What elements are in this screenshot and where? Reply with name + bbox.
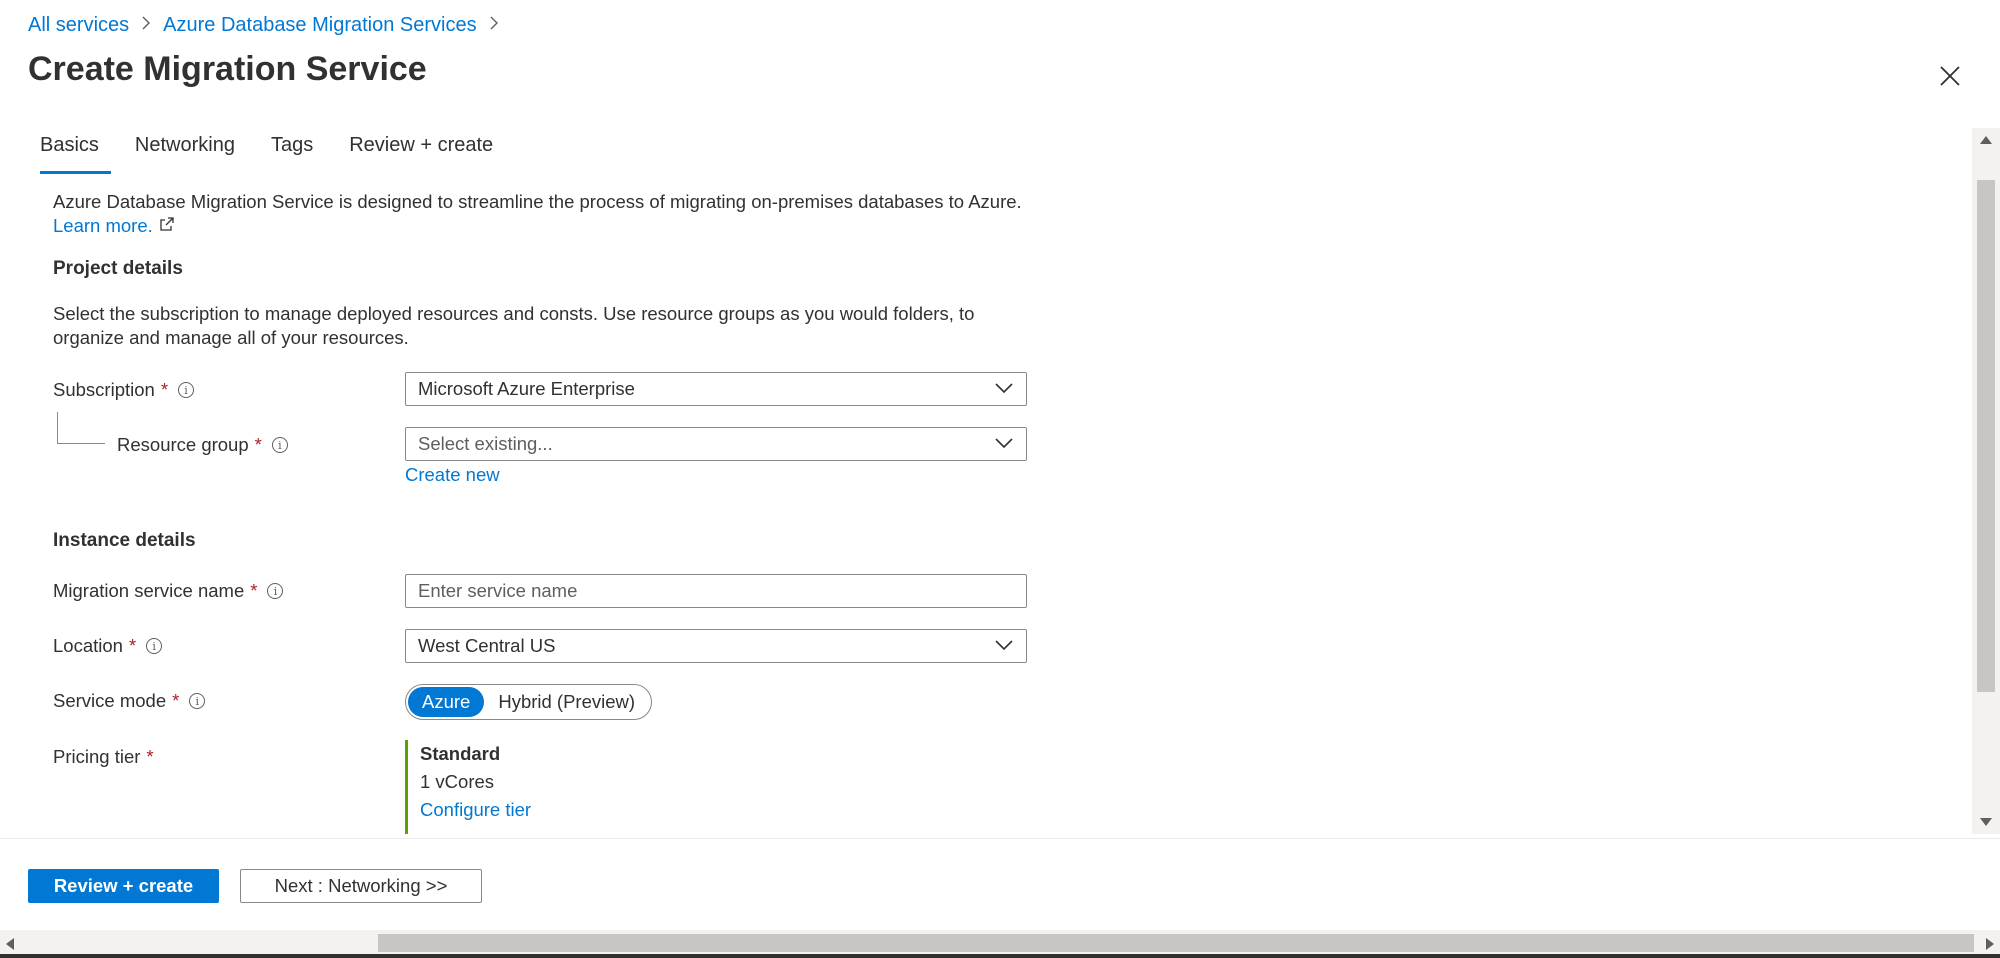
- create-new-link[interactable]: Create new: [405, 464, 500, 486]
- tab-tags[interactable]: Tags: [271, 130, 313, 170]
- service-name-input[interactable]: Enter service name: [405, 574, 1027, 608]
- pricing-tier-cores: 1 vCores: [420, 771, 495, 792]
- subscription-label: Subscription * i: [53, 379, 195, 401]
- service-name-label: Migration service name * i: [53, 580, 284, 602]
- service-mode-label: Service mode * i: [53, 690, 206, 712]
- horizontal-scroll-thumb[interactable]: [378, 934, 1974, 952]
- location-dropdown[interactable]: West Central US: [405, 629, 1027, 663]
- pricing-tier-label: Pricing tier *: [53, 746, 164, 768]
- form-content: Azure Database Migration Service is desi…: [0, 172, 1972, 834]
- learn-more-link[interactable]: Learn more.: [53, 215, 153, 236]
- location-value: West Central US: [418, 635, 556, 656]
- pricing-tier-label-text: Pricing tier: [53, 746, 141, 767]
- chevron-down-icon: [995, 438, 1013, 449]
- service-mode-azure[interactable]: Azure: [408, 687, 485, 717]
- tree-connector: [57, 412, 105, 444]
- external-link-icon: [159, 214, 175, 238]
- required-marker: *: [146, 746, 154, 767]
- configure-tier-link[interactable]: Configure tier: [420, 796, 531, 824]
- tab-basics[interactable]: Basics: [28, 130, 111, 174]
- taskbar-edge: [0, 954, 2000, 958]
- breadcrumb: All services Azure Database Migration Se…: [28, 14, 511, 37]
- breadcrumb-all-services[interactable]: All services: [28, 14, 129, 37]
- location-label-text: Location: [53, 635, 123, 656]
- chevron-right-icon: [141, 15, 151, 36]
- service-mode-label-text: Service mode: [53, 690, 167, 711]
- chevron-right-icon: [489, 15, 499, 36]
- location-label: Location * i: [53, 635, 163, 657]
- chevron-down-icon: [995, 383, 1013, 394]
- intro: Azure Database Migration Service is desi…: [53, 190, 1053, 238]
- info-icon[interactable]: i: [178, 382, 195, 398]
- tab-review-create[interactable]: Review + create: [349, 130, 493, 170]
- resource-group-label-text: Resource group: [117, 434, 249, 455]
- scroll-down-arrow-icon[interactable]: [1980, 818, 1992, 826]
- subscription-label-text: Subscription: [53, 379, 155, 400]
- required-marker: *: [128, 635, 137, 656]
- next-networking-button[interactable]: Next : Networking >>: [240, 869, 482, 903]
- info-icon[interactable]: i: [271, 437, 288, 453]
- chevron-down-icon: [995, 640, 1013, 651]
- tab-networking[interactable]: Networking: [135, 130, 235, 170]
- required-marker: *: [160, 379, 169, 400]
- breadcrumb-dms[interactable]: Azure Database Migration Services: [163, 14, 476, 37]
- project-details-description: Select the subscription to manage deploy…: [53, 303, 975, 348]
- info-icon[interactable]: i: [189, 693, 206, 709]
- resource-group-label: Resource group * i: [117, 434, 288, 456]
- subscription-dropdown[interactable]: Microsoft Azure Enterprise: [405, 372, 1027, 406]
- required-marker: *: [254, 434, 262, 455]
- service-name-label-text: Migration service name: [53, 580, 245, 601]
- scroll-left-arrow-icon[interactable]: [6, 938, 14, 950]
- vertical-scroll-thumb[interactable]: [1977, 180, 1995, 692]
- required-marker: *: [172, 690, 180, 711]
- service-mode-hybrid[interactable]: Hybrid (Preview): [484, 687, 649, 717]
- info-icon[interactable]: i: [267, 583, 284, 599]
- review-create-button[interactable]: Review + create: [28, 869, 219, 903]
- tab-bar: Basics Networking Tags Review + create: [28, 130, 529, 174]
- scroll-right-arrow-icon[interactable]: [1986, 938, 1994, 950]
- service-name-placeholder: Enter service name: [418, 580, 578, 601]
- required-marker: *: [250, 580, 258, 601]
- pricing-tier-summary: Standard 1 vCores Configure tier: [405, 740, 531, 834]
- page-title: Create Migration Service: [28, 50, 427, 88]
- service-mode-toggle: Azure Hybrid (Preview): [405, 684, 653, 720]
- info-icon[interactable]: i: [146, 638, 163, 654]
- pricing-tier-name: Standard: [420, 743, 501, 764]
- scroll-up-arrow-icon[interactable]: [1980, 136, 1992, 144]
- close-button[interactable]: [1930, 56, 1970, 96]
- instance-details-heading: Instance details: [53, 530, 196, 551]
- footer-actions: Review + create Next : Networking >>: [0, 838, 2000, 928]
- subscription-value: Microsoft Azure Enterprise: [418, 378, 635, 399]
- intro-text: Azure Database Migration Service is desi…: [53, 191, 1022, 212]
- project-details-heading: Project details: [53, 258, 183, 279]
- close-icon: [1940, 66, 1960, 86]
- vertical-scrollbar[interactable]: [1972, 128, 2000, 834]
- resource-group-placeholder: Select existing...: [418, 433, 553, 454]
- resource-group-dropdown[interactable]: Select existing...: [405, 427, 1027, 461]
